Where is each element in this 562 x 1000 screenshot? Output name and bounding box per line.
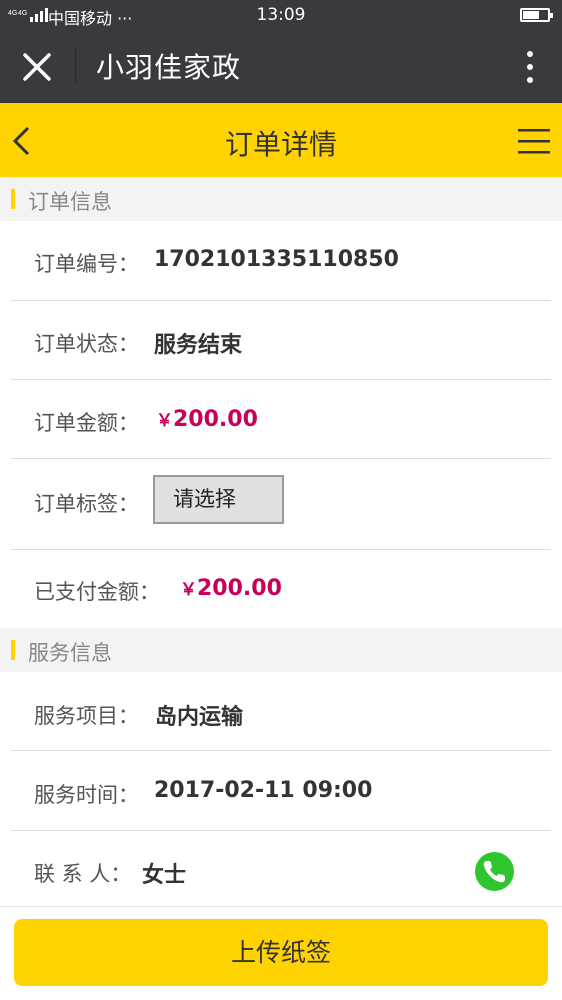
- battery-icon: [520, 8, 553, 22]
- clock: 13:09: [256, 5, 306, 25]
- paid-amount-label: 已支付金额：: [34, 580, 160, 604]
- currency-symbol: ￥: [180, 580, 197, 600]
- row-service-time: 服务时间： 2017-02-11 09:00: [0, 751, 562, 831]
- row-contact: 联 系 人： 女士: [0, 831, 562, 906]
- section-accent-bar: [11, 640, 15, 660]
- service-item-label: 服务项目：: [34, 704, 139, 728]
- status-bar: 4G 4G 中国移动 ··· 13:09: [0, 0, 562, 30]
- currency-symbol: ￥: [156, 411, 173, 431]
- section-accent-bar: [11, 189, 15, 209]
- section-title: 服务信息: [28, 641, 112, 665]
- row-order-number: 订单编号： 1702101335110850: [0, 221, 562, 301]
- wechat-title-bar: 小羽佳家政: [0, 30, 562, 103]
- title-divider: [75, 48, 76, 84]
- paid-number: 200.00: [197, 576, 282, 601]
- order-amount-value: ￥200.00: [156, 406, 258, 432]
- phone-icon[interactable]: [475, 852, 514, 891]
- service-item-value: 岛内运输: [155, 705, 244, 730]
- order-number-value: 1702101335110850: [154, 247, 399, 272]
- row-service-item: 服务项目： 岛内运输: [0, 672, 562, 751]
- row-order-status: 订单状态： 服务结束: [0, 301, 562, 380]
- order-status-label: 订单状态：: [34, 332, 139, 356]
- order-status-value: 服务结束: [154, 333, 243, 358]
- contact-value: 女士: [142, 863, 187, 888]
- page-header: 订单详情: [0, 103, 562, 177]
- row-order-amount: 订单金额： ￥200.00: [0, 380, 562, 459]
- section-title: 订单信息: [28, 190, 112, 214]
- section-order-info: 订单信息: [0, 177, 562, 221]
- app-title: 小羽佳家政: [96, 51, 242, 84]
- row-order-tag: 订单标签： 请选择: [0, 459, 562, 550]
- service-time-label: 服务时间：: [34, 783, 139, 807]
- service-time-value: 2017-02-11 09:00: [154, 778, 373, 803]
- row-paid-amount: 已支付金额： ￥200.00: [0, 550, 562, 628]
- section-service-info: 服务信息: [0, 628, 562, 672]
- order-number-label: 订单编号：: [34, 252, 139, 276]
- page-title: 订单详情: [224, 128, 337, 161]
- paid-amount-value: ￥200.00: [180, 575, 282, 601]
- order-tag-select[interactable]: 请选择: [153, 475, 284, 524]
- menu-icon[interactable]: [518, 127, 550, 155]
- amount-number: 200.00: [173, 407, 258, 432]
- contact-label: 联 系 人：: [34, 862, 132, 886]
- order-amount-label: 订单金额：: [34, 411, 139, 435]
- upload-paper-signature-button[interactable]: 上传纸签: [14, 919, 548, 986]
- order-tag-label: 订单标签：: [34, 492, 139, 516]
- close-icon[interactable]: [20, 50, 54, 84]
- more-vertical-icon[interactable]: [526, 50, 534, 84]
